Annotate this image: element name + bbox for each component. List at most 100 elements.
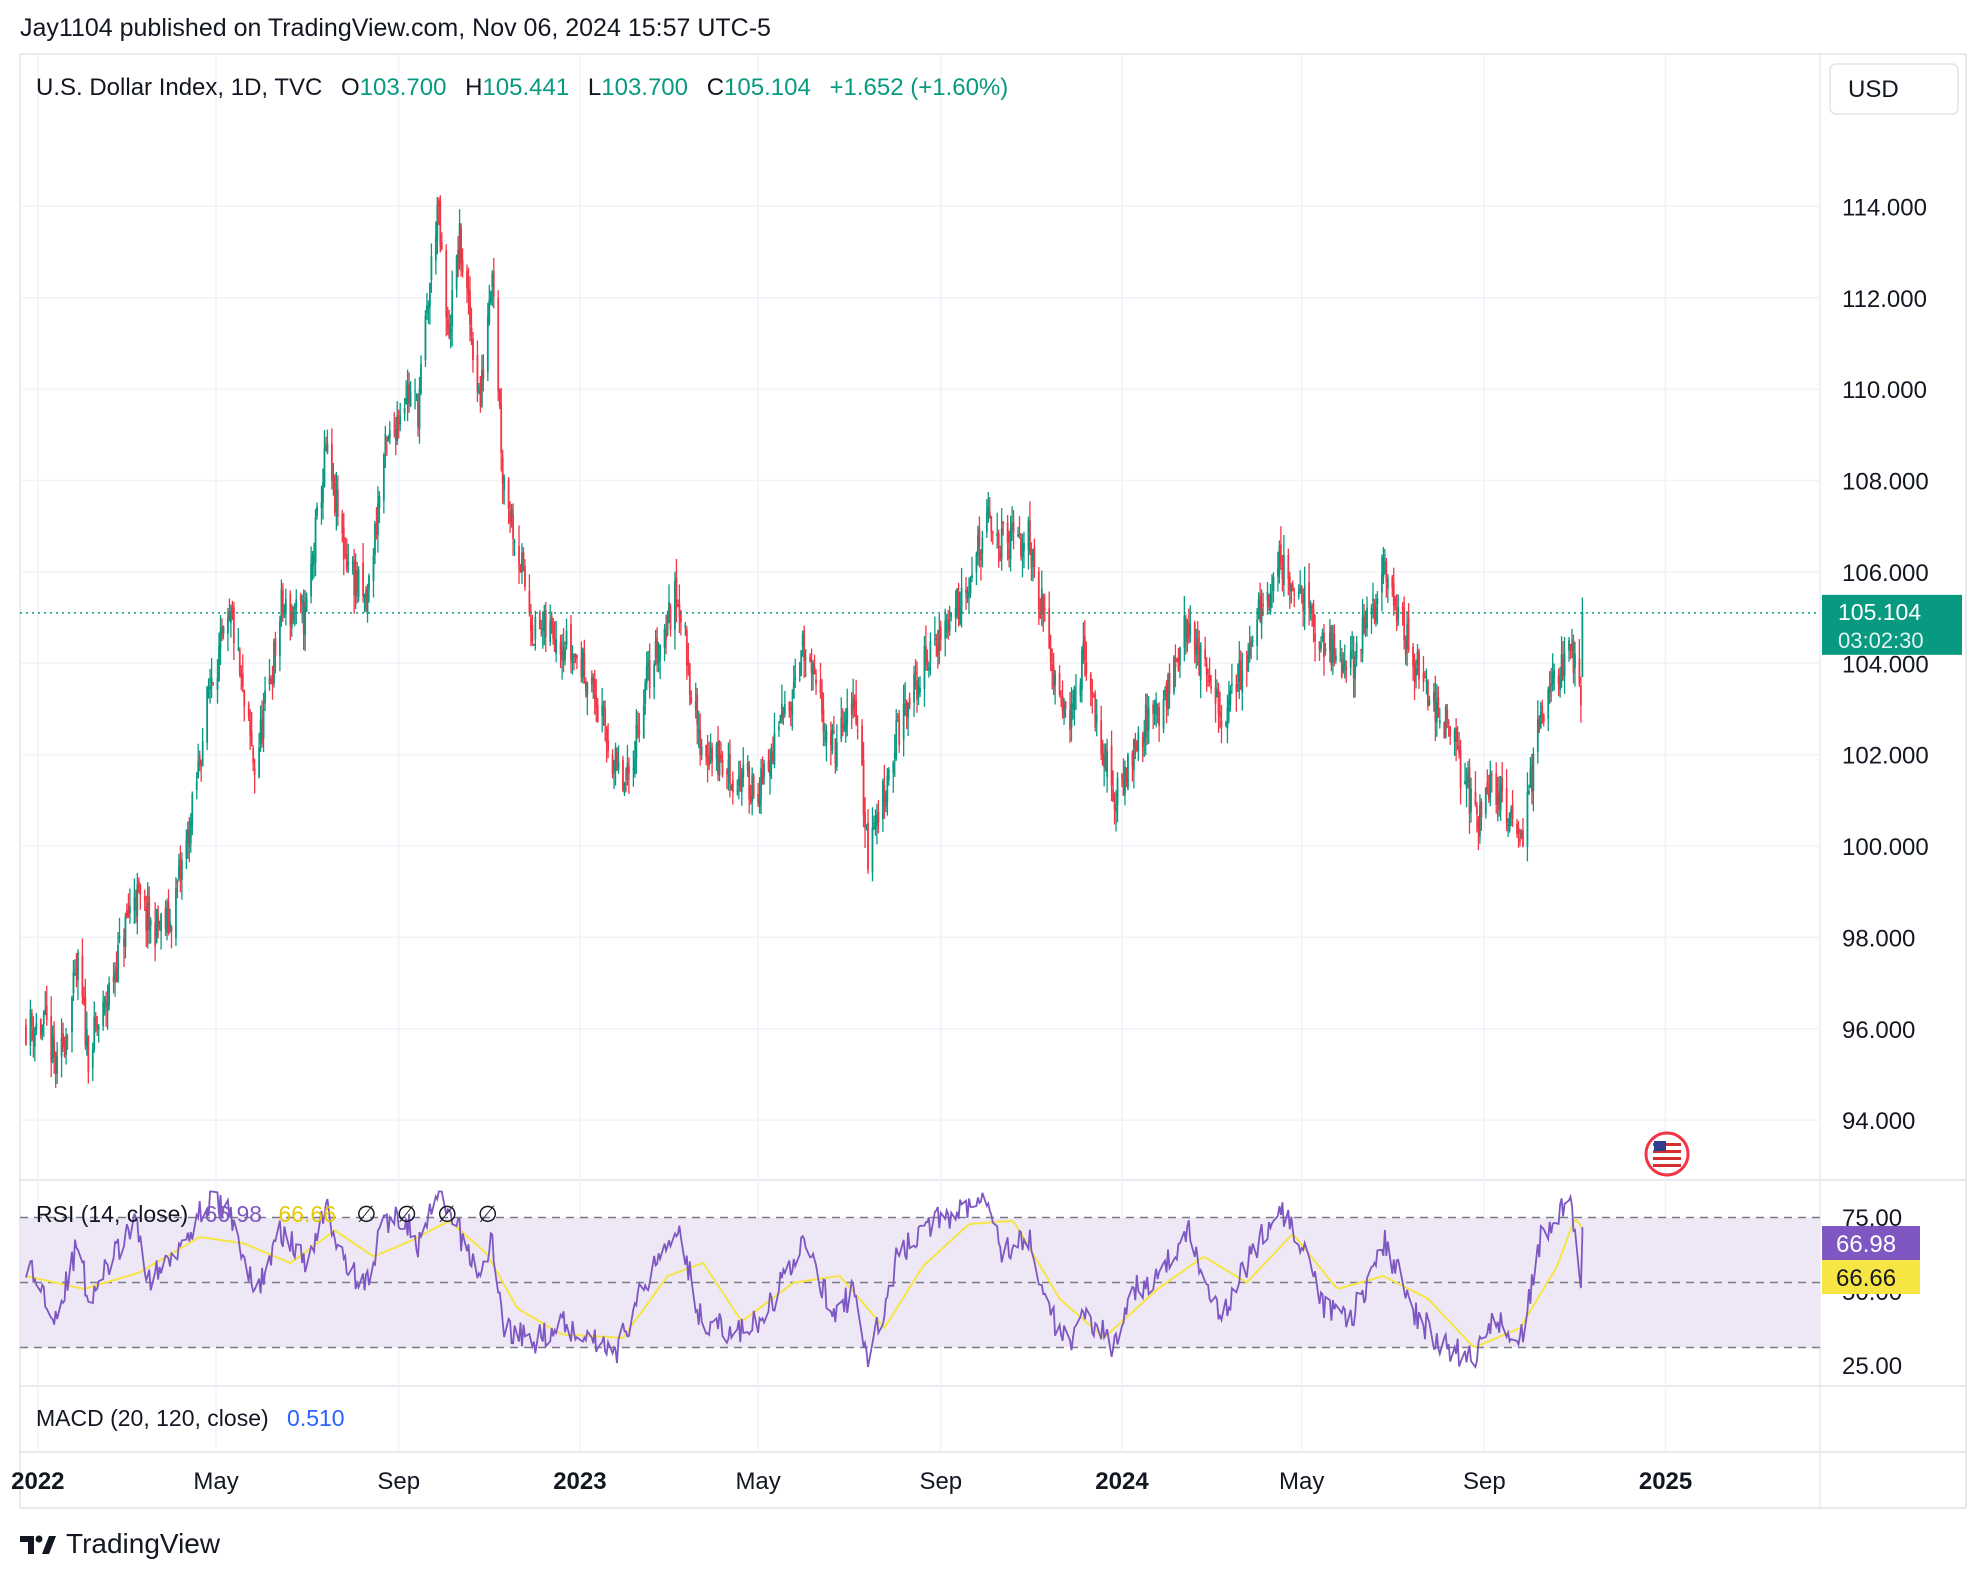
candle-body [1323, 632, 1325, 658]
candle-body [1401, 606, 1404, 608]
candle-body [822, 709, 825, 733]
candle-body [1064, 701, 1067, 709]
candle-body [1189, 623, 1192, 635]
candle-body [206, 687, 209, 744]
candle-body [1262, 604, 1264, 607]
candle-body [840, 717, 843, 740]
candle-body [604, 707, 607, 726]
candle-body [1217, 689, 1220, 715]
candle-body [247, 704, 250, 718]
candle-body [653, 664, 656, 688]
candle-body [531, 625, 534, 642]
candle-body [861, 725, 863, 766]
currency-button[interactable]: USD [1829, 63, 1959, 115]
candle-body [969, 579, 972, 594]
candle-body [971, 574, 973, 579]
candle-body [518, 545, 520, 565]
candle-body [512, 514, 514, 540]
candle-body [91, 1049, 94, 1068]
candle-body [500, 404, 503, 453]
time-tick-label: May [1279, 1468, 1324, 1495]
macd-legend: MACD (20, 120, close) 0.510 [36, 1405, 345, 1431]
chart-area[interactable]: 94.00096.00098.000100.000102.000104.0001… [0, 0, 1984, 1576]
candle-body [323, 448, 326, 487]
candle-body [232, 607, 235, 644]
candle-body [403, 408, 406, 414]
candle-body [873, 822, 875, 825]
candle-body [720, 753, 722, 760]
candle-body [534, 617, 537, 640]
candle-body [1334, 655, 1337, 662]
candle-body [571, 653, 574, 663]
price-badge-value: 105.104 [1838, 599, 1921, 625]
candle-body [1220, 721, 1223, 727]
time-tick-label: May [193, 1468, 238, 1495]
candle-body [601, 705, 604, 716]
us-flag-icon[interactable] [1644, 1131, 1690, 1177]
candle-body [377, 503, 379, 536]
candle-body [1375, 606, 1377, 622]
candle-body [1048, 608, 1051, 649]
candle-body [611, 755, 614, 775]
candle-body [330, 443, 333, 482]
candle-body [798, 678, 801, 680]
candle-body [478, 386, 480, 391]
candle-body [835, 742, 838, 767]
candle-body [1256, 619, 1259, 646]
candle-body [1241, 670, 1244, 693]
candle-body [1000, 528, 1003, 559]
candle-body [684, 624, 687, 628]
price-tick-label: 104.000 [1842, 651, 1929, 678]
candle-body [1308, 582, 1311, 609]
candle-body [721, 760, 724, 776]
candle-body [252, 748, 255, 764]
candle-body [1428, 700, 1431, 705]
candle-body [944, 620, 947, 639]
candle-body [1291, 584, 1294, 591]
candle-body [117, 944, 119, 983]
candle-body [1407, 617, 1410, 650]
candle-body [1508, 813, 1511, 831]
candle-body [1459, 750, 1462, 789]
candle-body [1204, 648, 1207, 660]
tradingview-logo[interactable]: TradingView [20, 1528, 220, 1560]
candle-body [393, 425, 396, 427]
candle-body [625, 783, 627, 785]
candle-body [362, 562, 364, 597]
candle-body [1376, 598, 1379, 605]
candle-body [815, 679, 817, 685]
candle-body [222, 626, 225, 634]
candle-body [1147, 707, 1150, 731]
candle-body [1351, 649, 1354, 652]
candle-body [690, 697, 693, 702]
rsi-empty-4: ∅ [478, 1201, 498, 1227]
candle-body [1247, 653, 1250, 672]
candle-body [1250, 641, 1253, 647]
candle-body [1574, 654, 1576, 668]
rsi-ma-value: 66.66 [278, 1201, 336, 1227]
candle-body [439, 201, 442, 246]
candle-body [887, 769, 890, 781]
legend-low-value: 103.700 [601, 74, 688, 101]
legend-open-label: O [341, 74, 360, 101]
candle-body [430, 256, 433, 280]
candle-body [644, 682, 647, 705]
candle-body [1578, 658, 1581, 684]
candle-body [1162, 698, 1165, 729]
candle-body [149, 920, 152, 926]
candle-body [445, 249, 448, 318]
candle-body [513, 542, 516, 544]
candle-body [1501, 778, 1504, 792]
candle-body [636, 725, 639, 731]
candle-body [305, 597, 308, 612]
candle-body [250, 731, 253, 746]
candle-body [1517, 828, 1520, 834]
candle-body [914, 671, 917, 674]
price-tick-label: 114.000 [1842, 194, 1927, 221]
candle-body [274, 638, 277, 656]
time-tick-label: 2025 [1639, 1468, 1692, 1495]
price-badge: 105.104 03:02:30 [1822, 594, 1962, 655]
candle-body [1037, 571, 1040, 611]
candle-body [926, 659, 929, 666]
candle-body [71, 997, 73, 1033]
